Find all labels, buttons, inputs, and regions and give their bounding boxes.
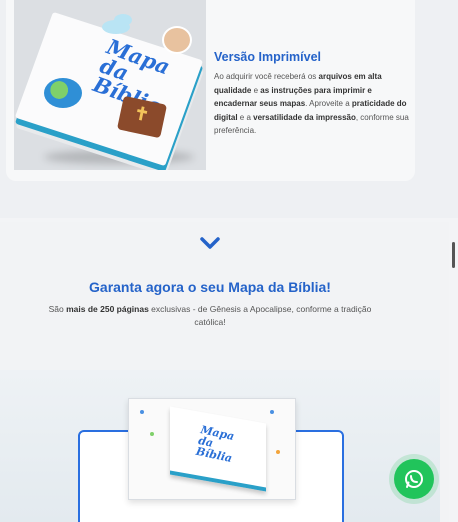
whatsapp-button[interactable] — [394, 459, 434, 499]
feature-description-text: . Aproveite a — [305, 99, 352, 108]
whatsapp-icon — [405, 470, 423, 488]
map-dot — [140, 410, 144, 414]
book-mockup-image: Mapa da Bíblia ✝ — [14, 0, 206, 170]
feature-description-text: e a — [237, 112, 254, 122]
chevron-down-icon[interactable] — [199, 236, 221, 250]
book-shadow — [44, 150, 194, 164]
feature-title: Versão Imprimível — [214, 50, 322, 64]
cta-subtitle: São mais de 250 páginas exclusivas - de … — [40, 303, 380, 329]
cta-subtitle-text: São — [48, 304, 67, 314]
map-dot — [150, 432, 154, 436]
cloud-icon — [114, 14, 132, 26]
cta-title: Garanta agora o seu Mapa da Bíblia! — [89, 279, 331, 295]
child-illustration — [162, 26, 192, 54]
map-dot — [270, 410, 274, 414]
feature-description-text: Ao adquirir você receberá os — [214, 72, 319, 81]
product-mockup-area: Mapa da Bíblia — [0, 370, 440, 522]
cta-subtitle-text: exclusivas - de Gênesis a Apocalipse, co… — [148, 304, 372, 327]
mockup-book-title: Mapa da Bíblia — [194, 423, 236, 466]
scrollbar-thumb[interactable] — [452, 242, 455, 268]
cta-subtitle-bold: mais de 250 páginas — [66, 304, 149, 314]
map-dot — [276, 450, 280, 454]
feature-description-text: e — [251, 85, 261, 95]
globe-icon — [44, 78, 82, 108]
feature-description: Ao adquirir você receberá os arquivos em… — [214, 70, 414, 138]
feature-description-bold: versatilidade da impressão — [253, 112, 356, 122]
